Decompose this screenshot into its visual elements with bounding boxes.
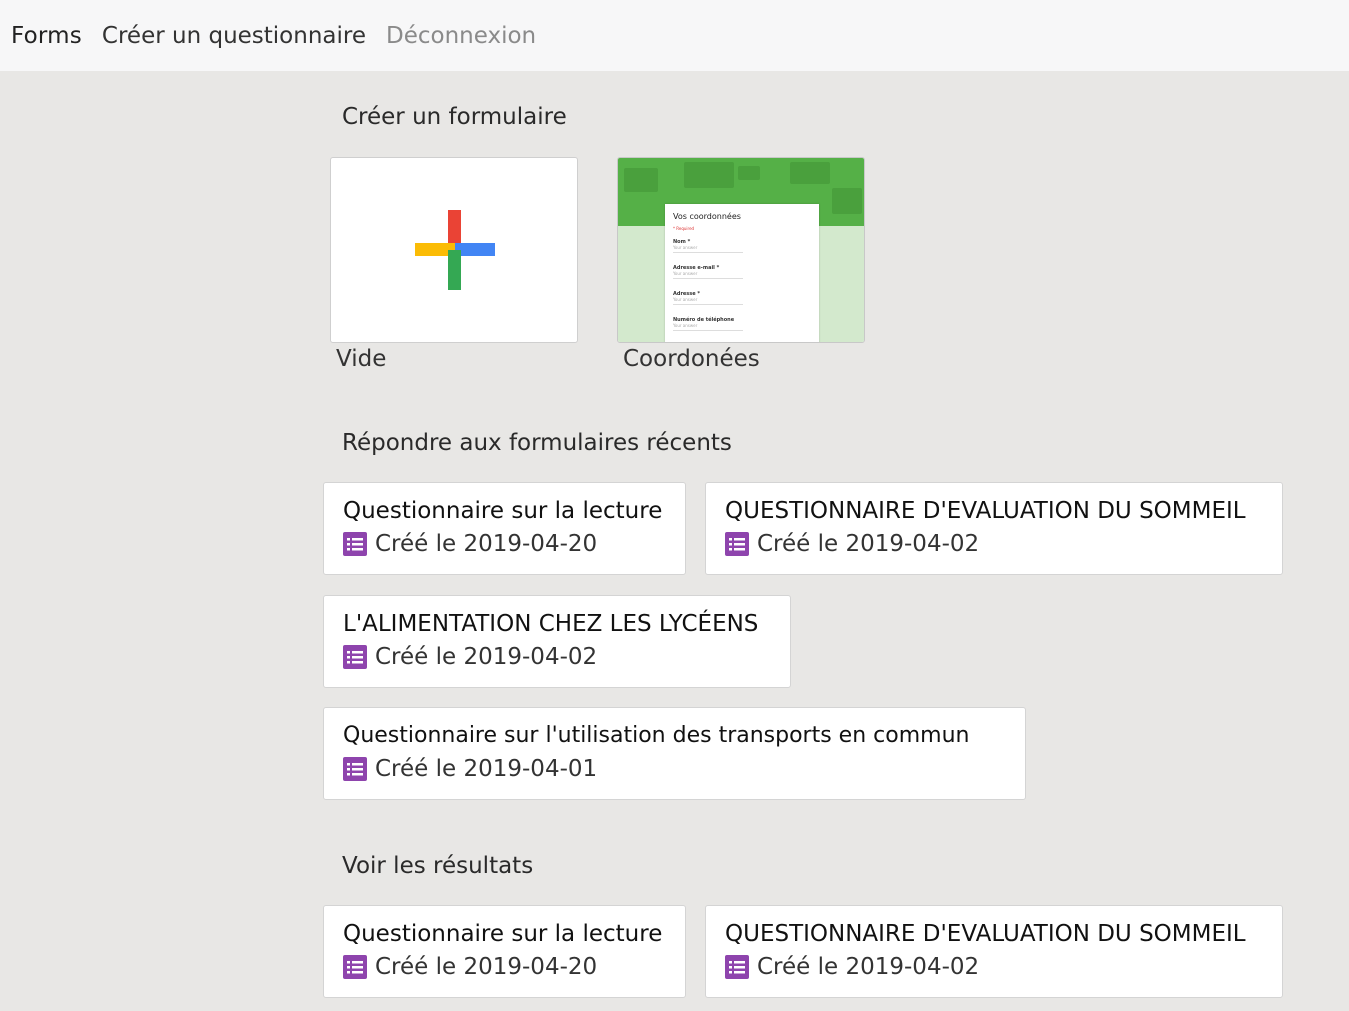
preview-field-answer: Your answer bbox=[673, 245, 743, 253]
chat-bubble-icon bbox=[790, 162, 830, 184]
laptop-icon bbox=[684, 162, 734, 188]
recent-form-card[interactable]: L'ALIMENTATION CHEZ LES LYCÉENS Créé le … bbox=[323, 595, 791, 688]
template-coordonnees-card[interactable]: Vos coordonnées * Required Nom * Your an… bbox=[617, 157, 865, 343]
form-title: Questionnaire sur l'utilisation des tran… bbox=[343, 723, 970, 748]
create-questionnaire-link[interactable]: Créer un questionnaire bbox=[102, 23, 366, 49]
form-title: L'ALIMENTATION CHEZ LES LYCÉENS bbox=[343, 611, 759, 637]
template-coordonnees-label[interactable]: Coordonées bbox=[623, 346, 760, 372]
form-meta: Créé le 2019-04-02 bbox=[725, 529, 1263, 559]
form-title: Questionnaire sur la lecture bbox=[343, 498, 663, 524]
form-date: Créé le 2019-04-02 bbox=[375, 644, 598, 670]
device-icon bbox=[832, 188, 862, 214]
form-meta: Créé le 2019-04-20 bbox=[343, 952, 666, 982]
form-title: QUESTIONNAIRE D'EVALUATION DU SOMMEIL bbox=[725, 921, 1246, 947]
forms-icon bbox=[725, 532, 749, 556]
logout-link[interactable]: Déconnexion bbox=[386, 23, 536, 49]
forms-icon bbox=[725, 955, 749, 979]
recent-form-card[interactable]: Questionnaire sur l'utilisation des tran… bbox=[323, 707, 1026, 800]
results-section-title: Voir les résultats bbox=[342, 853, 534, 879]
form-title: Questionnaire sur la lecture bbox=[343, 921, 663, 947]
recent-section-title: Répondre aux formulaires récents bbox=[342, 430, 732, 456]
form-meta: Créé le 2019-04-02 bbox=[343, 642, 771, 672]
form-date: Créé le 2019-04-02 bbox=[757, 531, 980, 557]
form-date: Créé le 2019-04-20 bbox=[375, 531, 598, 557]
form-date: Créé le 2019-04-02 bbox=[757, 954, 980, 980]
plus-icon bbox=[415, 210, 495, 290]
recent-form-card[interactable]: Questionnaire sur la lecture Créé le 201… bbox=[323, 482, 686, 575]
video-icon bbox=[738, 166, 760, 180]
create-section-title: Créer un formulaire bbox=[342, 104, 567, 130]
preview-title: Vos coordonnées bbox=[673, 212, 741, 221]
template-preview-paper: Vos coordonnées * Required Nom * Your an… bbox=[665, 204, 819, 342]
recent-form-card[interactable]: QUESTIONNAIRE D'EVALUATION DU SOMMEIL Cr… bbox=[705, 482, 1283, 575]
preview-field-answer: Your answer bbox=[673, 271, 743, 279]
template-blank-card[interactable] bbox=[330, 157, 578, 343]
brand-link[interactable]: Forms bbox=[11, 23, 82, 49]
template-blank-label[interactable]: Vide bbox=[336, 346, 386, 372]
forms-icon bbox=[343, 532, 367, 556]
form-date: Créé le 2019-04-01 bbox=[375, 756, 598, 782]
chat-bubble-icon bbox=[624, 168, 658, 192]
preview-field-answer: Your answer bbox=[673, 323, 743, 331]
form-title: QUESTIONNAIRE D'EVALUATION DU SOMMEIL bbox=[725, 498, 1246, 524]
form-meta: Créé le 2019-04-02 bbox=[725, 952, 1263, 982]
preview-required-note: * Required bbox=[673, 226, 695, 231]
result-form-card[interactable]: Questionnaire sur la lecture Créé le 201… bbox=[323, 905, 686, 998]
form-meta: Créé le 2019-04-20 bbox=[343, 529, 666, 559]
forms-icon bbox=[343, 955, 367, 979]
result-form-card[interactable]: QUESTIONNAIRE D'EVALUATION DU SOMMEIL Cr… bbox=[705, 905, 1283, 998]
preview-field-answer: Your answer bbox=[673, 297, 743, 305]
forms-icon bbox=[343, 645, 367, 669]
forms-icon bbox=[343, 757, 367, 781]
form-meta: Créé le 2019-04-01 bbox=[343, 754, 1006, 784]
top-navbar: Forms Créer un questionnaire Déconnexion bbox=[0, 0, 1349, 71]
form-date: Créé le 2019-04-20 bbox=[375, 954, 598, 980]
